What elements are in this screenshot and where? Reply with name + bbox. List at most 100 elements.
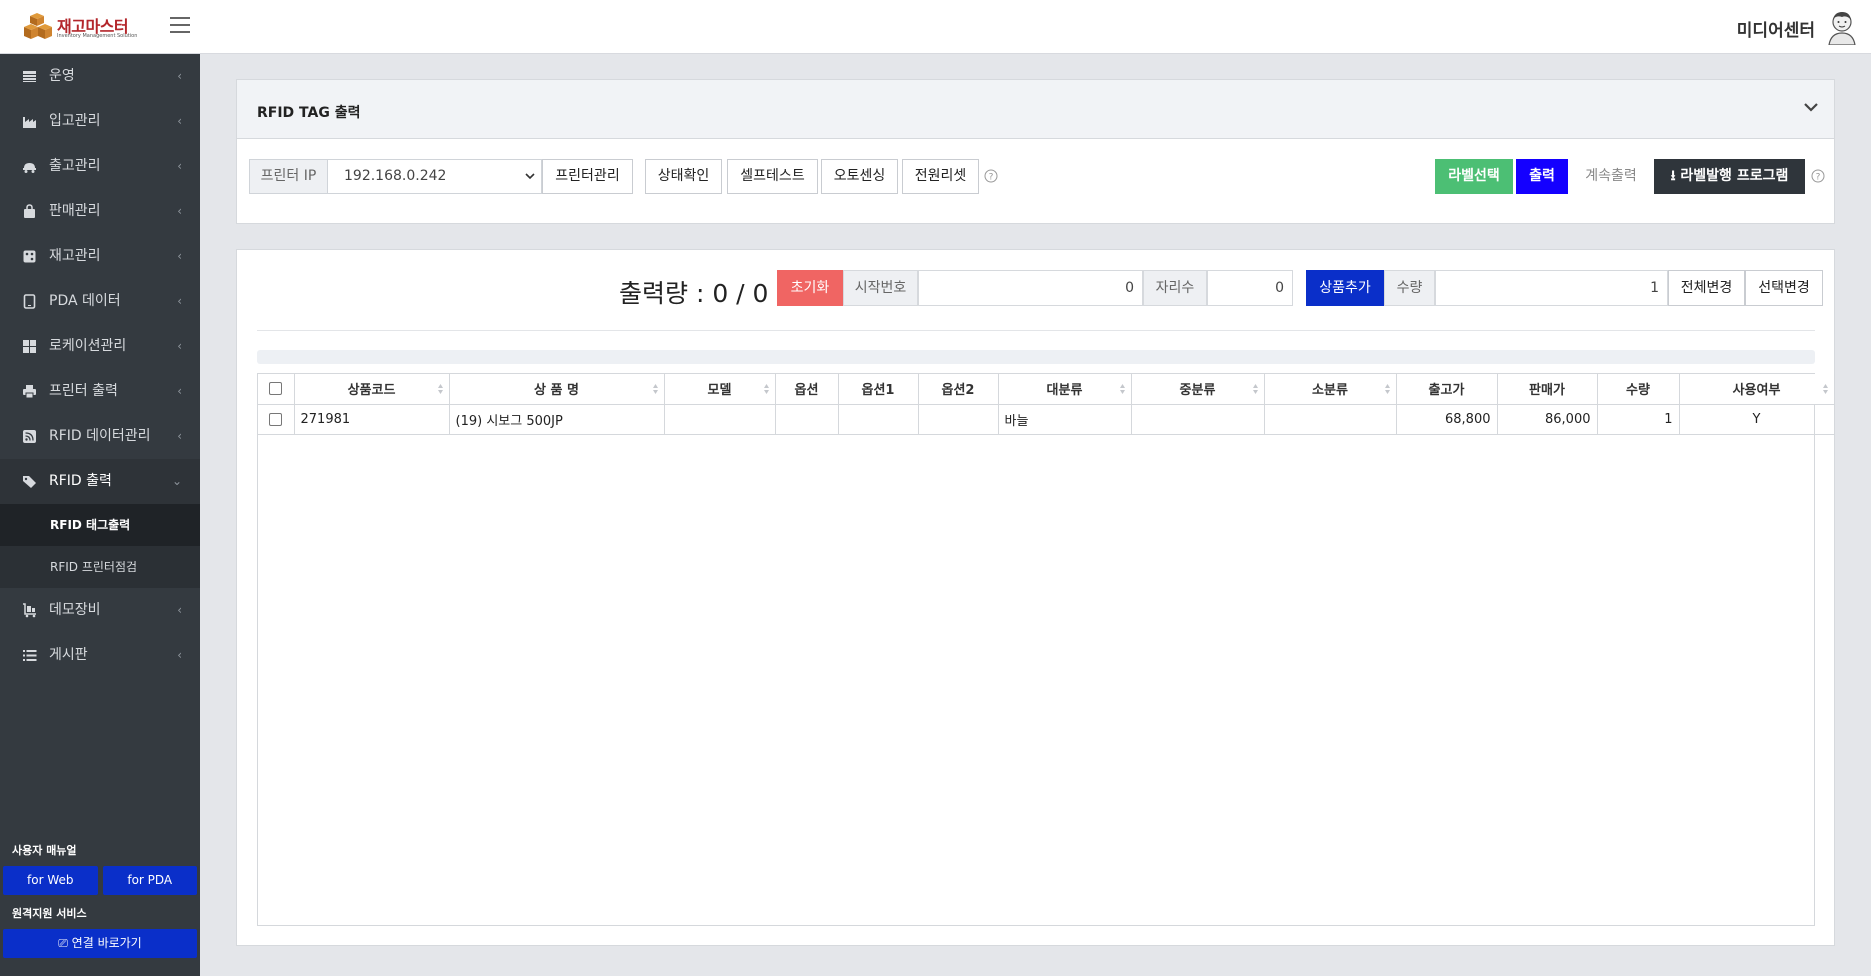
avatar[interactable] (1825, 9, 1859, 45)
sidebar-subitem-rfid-printer-check[interactable]: RFID 프린터점검 (0, 546, 200, 588)
sidebar-item-inbound[interactable]: 입고관리 ‹ (0, 99, 200, 144)
sort-icon (652, 384, 658, 394)
change-all-button[interactable]: 전체변경 (1668, 270, 1745, 306)
table-header-row: 상품코드 상 품 명 모델 옵션 옵션1 옵션2 대분류 중분류 소분류 출고가… (258, 374, 1835, 405)
sidebar-item-rfid-data[interactable]: RFID 데이터관리 ‹ (0, 414, 200, 459)
printer-toolbar: 프린터 IP 192.168.0.242 프린터관리 상태확인 셀프테스트 오토… (237, 139, 1834, 224)
sidebar-item-sales[interactable]: 판매관리 ‹ (0, 189, 200, 234)
status-check-button[interactable]: 상태확인 (645, 159, 722, 194)
sidebar-item-inventory[interactable]: 재고관리 ‹ (0, 234, 200, 279)
chevron-down-icon[interactable] (1802, 98, 1820, 116)
sidebar-item-demo-equipment[interactable]: 데모장비 ‹ (0, 588, 200, 633)
remote-connect-button[interactable]: ⎚ 연결 바로가기 (3, 929, 197, 958)
column-header[interactable]: 상품코드 (294, 374, 450, 405)
printer-ip-value: 192.168.0.242 (344, 168, 447, 184)
digits-input[interactable]: 0 (1207, 270, 1293, 306)
row-checkbox[interactable] (269, 412, 283, 426)
column-header[interactable]: 상 품 명 (449, 374, 665, 405)
power-reset-button[interactable]: 전원리셋 (902, 159, 979, 194)
column-header[interactable]: 옵션2 (918, 374, 999, 405)
chevron-left-icon: ‹ (177, 603, 182, 617)
manual-web-button[interactable]: for Web (3, 866, 98, 895)
add-product-button[interactable]: 상품추가 (1306, 270, 1384, 306)
major-category-cell: 바늘 (998, 404, 1132, 435)
sidebar-item-operation[interactable]: 운영 ‹ (0, 54, 200, 99)
product-code-cell: 271981 (294, 404, 450, 435)
chevron-down-icon (525, 173, 535, 180)
change-selected-button[interactable]: 선택변경 (1745, 270, 1823, 306)
print-button[interactable]: 출력 (1516, 159, 1568, 194)
boxes-logo-icon (24, 13, 52, 39)
sidebar-item-label: 운영 (49, 68, 75, 84)
column-header-label: 소분류 (1312, 383, 1348, 399)
column-header[interactable]: 중분류 (1131, 374, 1265, 405)
grid-icon (23, 340, 36, 353)
svg-text:?: ? (1816, 173, 1821, 183)
minor-category-cell (1264, 404, 1397, 435)
reset-button[interactable]: 초기화 (777, 270, 843, 306)
column-header-label: 옵션1 (861, 383, 895, 399)
sidebar-item-location[interactable]: 로케이션관리 ‹ (0, 324, 200, 369)
column-header[interactable]: 판매가 (1497, 374, 1598, 405)
help-icon[interactable]: ? (1811, 169, 1825, 183)
sidebar-item-outbound[interactable]: 출고관리 ‹ (0, 144, 200, 189)
quantity-cell[interactable]: 1 (1597, 404, 1680, 435)
tags-icon (23, 476, 36, 488)
label-program-download-button[interactable]: ⭳ 라벨발행 프로그램 (1654, 159, 1805, 194)
printer-manage-button[interactable]: 프린터관리 (542, 159, 633, 194)
label-select-button[interactable]: 라벨선택 (1435, 159, 1513, 194)
start-number-input[interactable]: 0 (918, 270, 1143, 306)
sidebar-item-label: 게시판 (49, 647, 88, 663)
table-row[interactable]: 271981 (19) 시보그 500JP 바늘 68,800 86,000 1… (258, 404, 1835, 435)
sort-icon (1252, 384, 1258, 394)
start-number-label: 시작번호 (843, 270, 918, 306)
select-all-cell (258, 374, 295, 405)
sort-icon (1384, 384, 1390, 394)
option2-cell (918, 404, 999, 435)
quantity-label: 수량 (1384, 270, 1435, 306)
option-cell (775, 404, 839, 435)
column-header-label: 옵션2 (941, 383, 975, 399)
sidebar-item-label: RFID 데이터관리 (49, 428, 151, 444)
chevron-left-icon: ‹ (177, 159, 182, 173)
column-header[interactable]: 옵션1 (838, 374, 919, 405)
column-header[interactable]: 사용여부 (1679, 374, 1835, 405)
continuous-print-button[interactable]: 계속출력 (1572, 159, 1650, 194)
quantity-input[interactable]: 1 (1435, 270, 1668, 306)
download-icon: ⭳ (1670, 168, 1681, 184)
user-name[interactable]: 미디어센터 (1737, 16, 1815, 41)
auto-sensing-button[interactable]: 오토센싱 (821, 159, 898, 194)
sidebar-item-pda-data[interactable]: PDA 데이터 ‹ (0, 279, 200, 324)
sidebar-item-rfid-output[interactable]: RFID 출력 ⌄ (0, 459, 200, 504)
sidebar-item-board[interactable]: 게시판 ‹ (0, 633, 200, 678)
cast-icon: ⎚ (58, 936, 72, 950)
column-header[interactable]: 모델 (664, 374, 776, 405)
column-header-label: 수량 (1626, 383, 1650, 399)
sale-price-cell: 86,000 (1497, 404, 1598, 435)
sidebar-subitem-rfid-tag-print[interactable]: RFID 태그출력 (0, 504, 200, 546)
column-header[interactable]: 수량 (1597, 374, 1680, 405)
column-header[interactable]: 대분류 (998, 374, 1132, 405)
chevron-left-icon: ‹ (177, 204, 182, 218)
top-bar: 재고마스터 Inventory Management Solution 미디어센… (0, 0, 1871, 54)
sidebar-item-printer-output[interactable]: 프린터 출력 ‹ (0, 369, 200, 414)
help-icon[interactable]: ? (984, 169, 998, 183)
column-header[interactable]: 옵션 (775, 374, 839, 405)
column-header-label: 대분류 (1046, 383, 1083, 399)
column-header-label: 모델 (707, 383, 732, 399)
print-quantity-title: 출력량 : 0 / 0 (619, 279, 769, 308)
select-all-checkbox[interactable] (269, 382, 283, 396)
self-test-button[interactable]: 셀프테스트 (727, 159, 818, 194)
divider (257, 330, 1815, 331)
menu-toggle-icon[interactable] (170, 17, 190, 35)
digits-label: 자리수 (1143, 270, 1207, 306)
sidebar-footer: 사용자 매뉴얼 for Web for PDA 원격지원 서비스 ⎚ 연결 바로… (0, 840, 200, 962)
row-select-cell (258, 404, 295, 435)
column-header[interactable]: 출고가 (1396, 374, 1498, 405)
column-header[interactable]: 소분류 (1264, 374, 1397, 405)
app-logo[interactable]: 재고마스터 Inventory Management Solution (22, 10, 142, 44)
printer-ip-select[interactable]: 192.168.0.242 (327, 159, 542, 194)
rfid-tag-print-panel: RFID TAG 출력 프린터 IP 192.168.0.242 프린터관리 상… (236, 79, 1835, 224)
remote-connect-label: 연결 바로가기 (71, 936, 142, 950)
manual-pda-button[interactable]: for PDA (102, 866, 197, 895)
